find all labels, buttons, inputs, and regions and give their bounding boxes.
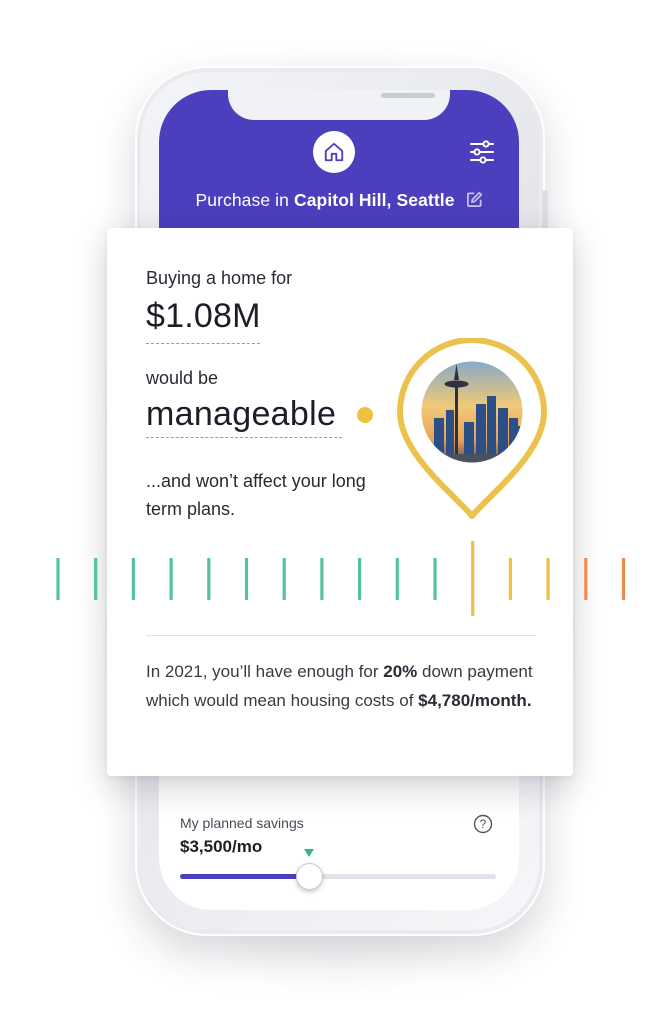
help-icon[interactable]: ? <box>473 814 493 834</box>
savings-label: My planned savings <box>180 815 304 831</box>
sliders-icon[interactable] <box>469 139 495 165</box>
notch-speaker <box>381 93 435 98</box>
monthly-cost: $4,780/month. <box>418 690 532 710</box>
intro-text: Buying a home for <box>146 268 293 288</box>
svg-text:?: ? <box>480 817 487 831</box>
affordability-rating[interactable]: manageable <box>146 395 336 434</box>
location-title[interactable]: Purchase in Capitol Hill, Seattle <box>159 190 519 211</box>
summary-prefix: In 2021, you’ll have enough for <box>146 662 379 681</box>
price-underline <box>146 343 260 344</box>
home-price[interactable]: $1.08M <box>146 297 261 336</box>
card-divider <box>146 635 536 636</box>
location-pin-icon <box>397 338 547 519</box>
would-be-text: would be <box>146 368 219 388</box>
summary-text: In 2021, you’ll have enough for 20% down… <box>146 658 536 715</box>
plans-note: ...and won’t affect your long term plans… <box>146 471 366 519</box>
edit-icon[interactable] <box>466 191 483 208</box>
rating-status-dot <box>357 407 373 423</box>
target-marker <box>304 849 314 857</box>
home-icon <box>324 142 344 162</box>
slider-fill <box>180 874 310 879</box>
savings-value: $3,500/mo <box>180 837 263 856</box>
location-name: Capitol Hill, Seattle <box>293 190 455 210</box>
down-payment-percent: 20% <box>383 662 418 681</box>
rating-underline <box>146 437 342 438</box>
savings-slider[interactable] <box>180 874 496 879</box>
home-button[interactable] <box>313 131 355 173</box>
phone-notch <box>228 90 450 120</box>
slider-thumb[interactable] <box>296 863 323 890</box>
title-prefix: Purchase in <box>195 190 289 210</box>
